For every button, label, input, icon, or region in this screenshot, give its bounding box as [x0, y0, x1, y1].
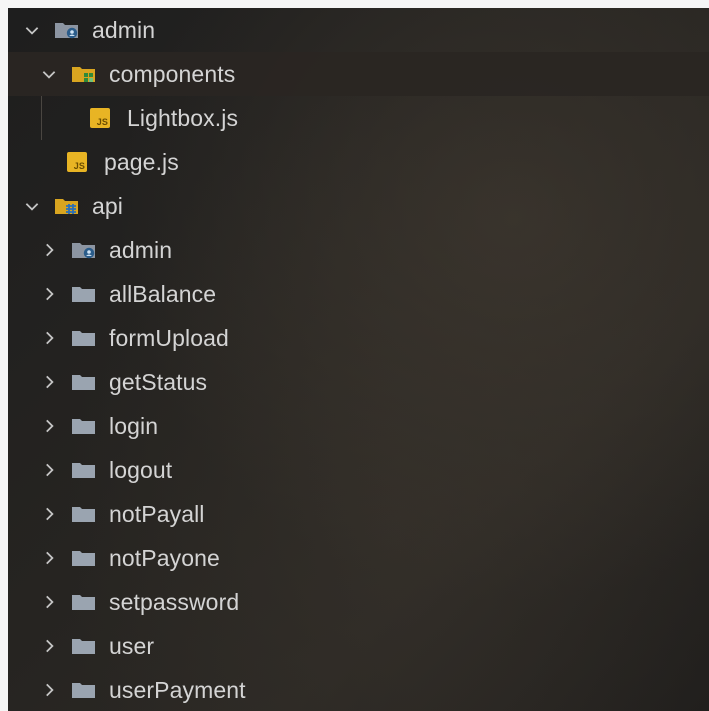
chevron-right-icon[interactable] [37, 282, 61, 306]
tree-item-label: Lightbox.js [127, 104, 239, 131]
tree-item-label: userPayment [109, 676, 246, 703]
tree-item-label: api [92, 192, 123, 219]
tree-item-setpassword[interactable]: setpassword [8, 580, 709, 624]
tree-item-label: notPayall [109, 500, 205, 527]
tree-item-api-admin[interactable]: admin [8, 228, 709, 272]
js-file-icon: JS [64, 151, 90, 173]
tree-item-label: notPayone [109, 544, 220, 571]
chevron-right-icon[interactable] [37, 458, 61, 482]
tree-item-logout[interactable]: logout [8, 448, 709, 492]
chevron-right-icon[interactable] [37, 634, 61, 658]
tree-item-components[interactable]: components [8, 52, 709, 96]
folder-icon [71, 547, 97, 569]
tree-item-admin-root[interactable]: admin [8, 8, 709, 52]
tree-item-label: user [109, 632, 155, 659]
chevron-right-icon[interactable] [37, 370, 61, 394]
tree-item-label: page.js [104, 148, 179, 175]
folder-icon [71, 371, 97, 393]
tree-item-login[interactable]: login [8, 404, 709, 448]
tree-item-userPayment[interactable]: userPayment [8, 668, 709, 711]
chevron-right-icon[interactable] [37, 326, 61, 350]
tree-item-getStatus[interactable]: getStatus [8, 360, 709, 404]
folder-icon [71, 327, 97, 349]
tree-item-label: getStatus [109, 368, 208, 395]
chevron-down-icon[interactable] [20, 18, 44, 42]
tree-item-label: setpassword [109, 588, 240, 615]
tree-item-notPayall[interactable]: notPayall [8, 492, 709, 536]
tree-item-allBalance[interactable]: allBalance [8, 272, 709, 316]
tree-item-label: admin [92, 16, 156, 43]
folder-icon [71, 591, 97, 613]
folder-icon [71, 283, 97, 305]
components-folder-icon [71, 63, 97, 85]
tree-item-label: login [109, 412, 159, 439]
file-explorer-tree: admin components JS Lightbox.js JS page. [8, 8, 709, 711]
tree-item-notPayone[interactable]: notPayone [8, 536, 709, 580]
tree-item-label: admin [109, 236, 173, 263]
tree-item-api[interactable]: api [8, 184, 709, 228]
tree-item-formUpload[interactable]: formUpload [8, 316, 709, 360]
tree-item-label: components [109, 60, 236, 87]
tree-item-label: logout [109, 456, 173, 483]
chevron-right-icon[interactable] [37, 678, 61, 702]
tree-item-lightbox-js[interactable]: JS Lightbox.js [8, 96, 709, 140]
tree-item-label: formUpload [109, 324, 229, 351]
chevron-down-icon[interactable] [37, 62, 61, 86]
admin-folder-icon [71, 239, 97, 261]
chevron-right-icon[interactable] [37, 502, 61, 526]
tree-item-label: allBalance [109, 280, 217, 307]
chevron-right-icon[interactable] [37, 590, 61, 614]
chevron-down-icon[interactable] [20, 194, 44, 218]
admin-folder-icon [54, 19, 80, 41]
folder-icon [71, 459, 97, 481]
folder-icon [71, 635, 97, 657]
tree-item-page-js[interactable]: JS page.js [8, 140, 709, 184]
api-folder-icon [54, 195, 80, 217]
chevron-right-icon[interactable] [37, 546, 61, 570]
chevron-right-icon[interactable] [37, 414, 61, 438]
js-file-icon: JS [87, 107, 113, 129]
folder-icon [71, 415, 97, 437]
chevron-right-icon[interactable] [37, 238, 61, 262]
tree-item-user[interactable]: user [8, 624, 709, 668]
folder-icon [71, 503, 97, 525]
folder-icon [71, 679, 97, 701]
